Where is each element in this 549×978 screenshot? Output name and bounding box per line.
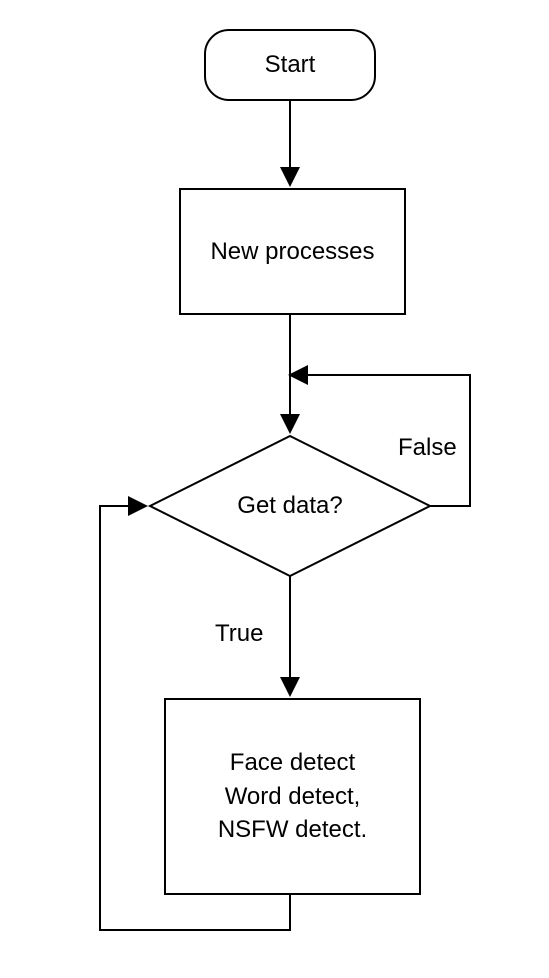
detect-label: Face detect Word detect, NSFW detect. [165,699,420,894]
false-label: False [398,434,457,462]
start-label: Start [205,30,375,100]
true-label: True [215,620,263,648]
get-data-label: Get data? [150,436,430,576]
new-processes-label: New processes [180,189,405,314]
